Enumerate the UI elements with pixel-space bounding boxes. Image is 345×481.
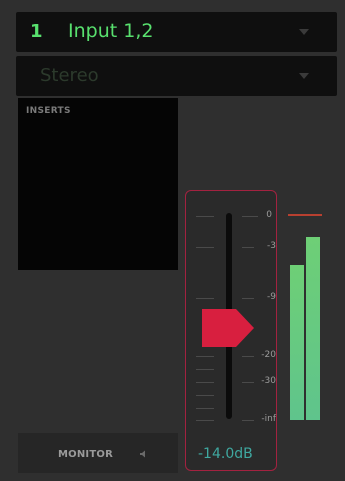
fader-tick — [196, 382, 214, 383]
volume-fader[interactable]: 0 -3 -9 -20 -30 -inf -14.0dB — [185, 190, 277, 471]
fader-scale-label: 0 — [266, 210, 272, 220]
chevron-down-icon — [299, 29, 309, 35]
fader-tick — [196, 247, 214, 248]
monitor-label: MONITOR — [58, 449, 113, 460]
chevron-down-icon — [299, 73, 309, 79]
channel-number: 1 — [30, 21, 43, 42]
fader-scale-label: -30 — [261, 376, 276, 386]
fader-scale-label: -20 — [261, 350, 276, 360]
fader-tick — [196, 408, 214, 409]
meter-bar-left — [290, 265, 304, 420]
fader-thumb[interactable] — [200, 307, 258, 349]
input-select-dropdown[interactable]: 1 Input 1,2 — [16, 12, 337, 52]
fader-scale-label: -3 — [267, 241, 276, 251]
fader-tick — [196, 369, 214, 370]
fader-value-readout: -14.0dB — [198, 446, 253, 462]
fader-scale-label: -9 — [267, 292, 276, 302]
channel-mode-dropdown[interactable]: Stereo — [16, 56, 337, 96]
peak-indicator — [288, 214, 322, 216]
channel-strip: 1 Input 1,2 Stereo INSERTS MONITOR 0 -3 … — [0, 0, 345, 481]
monitor-button[interactable]: MONITOR — [18, 433, 178, 473]
input-name: Input 1,2 — [68, 20, 154, 42]
inserts-label: INSERTS — [26, 106, 71, 116]
meter-bar-right — [306, 237, 320, 420]
fader-scale-label: -inf — [261, 414, 276, 424]
fader-tick — [196, 420, 214, 421]
fader-tick — [196, 298, 214, 299]
fader-tick — [196, 356, 214, 357]
speaker-icon — [140, 450, 145, 458]
fader-tick — [196, 395, 214, 396]
level-meter — [285, 205, 325, 425]
inserts-panel[interactable]: INSERTS — [18, 98, 178, 270]
channel-mode: Stereo — [40, 65, 99, 86]
fader-tick — [196, 216, 214, 217]
